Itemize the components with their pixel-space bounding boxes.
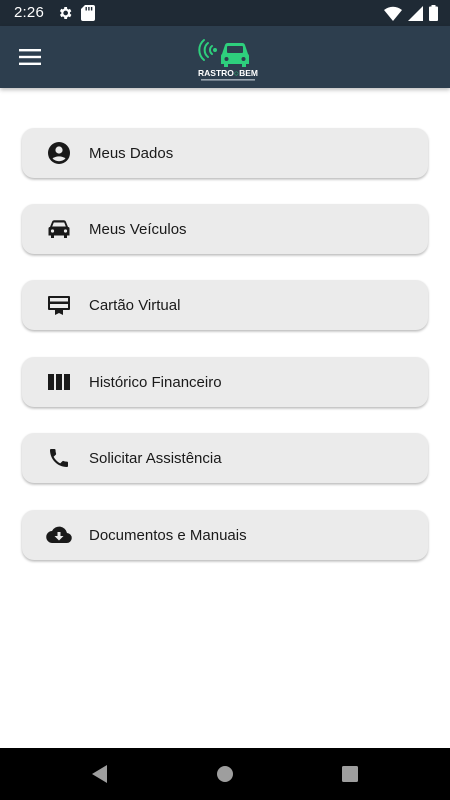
- status-time: 2:26: [14, 4, 44, 21]
- status-bar: 2:26: [0, 0, 450, 26]
- menu-item-label: Cartão Virtual: [89, 296, 181, 314]
- hamburger-menu-icon[interactable]: [14, 43, 46, 71]
- navigation-bar: [0, 748, 450, 800]
- menu-item-historico-financeiro[interactable]: Histórico Financeiro: [22, 357, 428, 407]
- menu-item-label: Meus Dados: [89, 144, 174, 162]
- back-icon[interactable]: [88, 762, 112, 786]
- logo-brand-text: RASTRO○BEM: [198, 68, 258, 78]
- account-circle-icon: [45, 139, 73, 167]
- menu-item-label: Documentos e Manuais: [89, 526, 247, 544]
- card-membership-icon: [45, 291, 73, 319]
- car-icon: [45, 215, 73, 243]
- home-icon[interactable]: [213, 762, 237, 786]
- rastro-bem-logo: RASTRO○BEM: [196, 32, 260, 84]
- sd-card-icon: [81, 5, 95, 26]
- recents-icon[interactable]: [338, 762, 362, 786]
- view-column-icon: [45, 368, 73, 396]
- app-bar: RASTRO○BEM: [0, 26, 450, 88]
- wifi-icon: [384, 6, 402, 26]
- menu-item-documentos-manuais[interactable]: Documentos e Manuais: [22, 510, 428, 560]
- signal-icon: [408, 5, 423, 26]
- battery-icon: [429, 5, 438, 26]
- menu-item-meus-veiculos[interactable]: Meus Veículos: [22, 204, 428, 254]
- menu-item-cartao-virtual[interactable]: Cartão Virtual: [22, 280, 428, 330]
- settings-icon: [57, 5, 73, 26]
- menu-item-solicitar-assistencia[interactable]: Solicitar Assistência: [22, 433, 428, 483]
- menu-item-meus-dados[interactable]: Meus Dados: [22, 128, 428, 178]
- cloud-download-icon: [45, 521, 73, 549]
- menu-item-label: Histórico Financeiro: [89, 373, 222, 391]
- menu-item-label: Solicitar Assistência: [89, 449, 222, 467]
- menu-item-label: Meus Veículos: [89, 220, 187, 238]
- phone-icon: [45, 444, 73, 472]
- logo-tagline-mark: [201, 79, 255, 81]
